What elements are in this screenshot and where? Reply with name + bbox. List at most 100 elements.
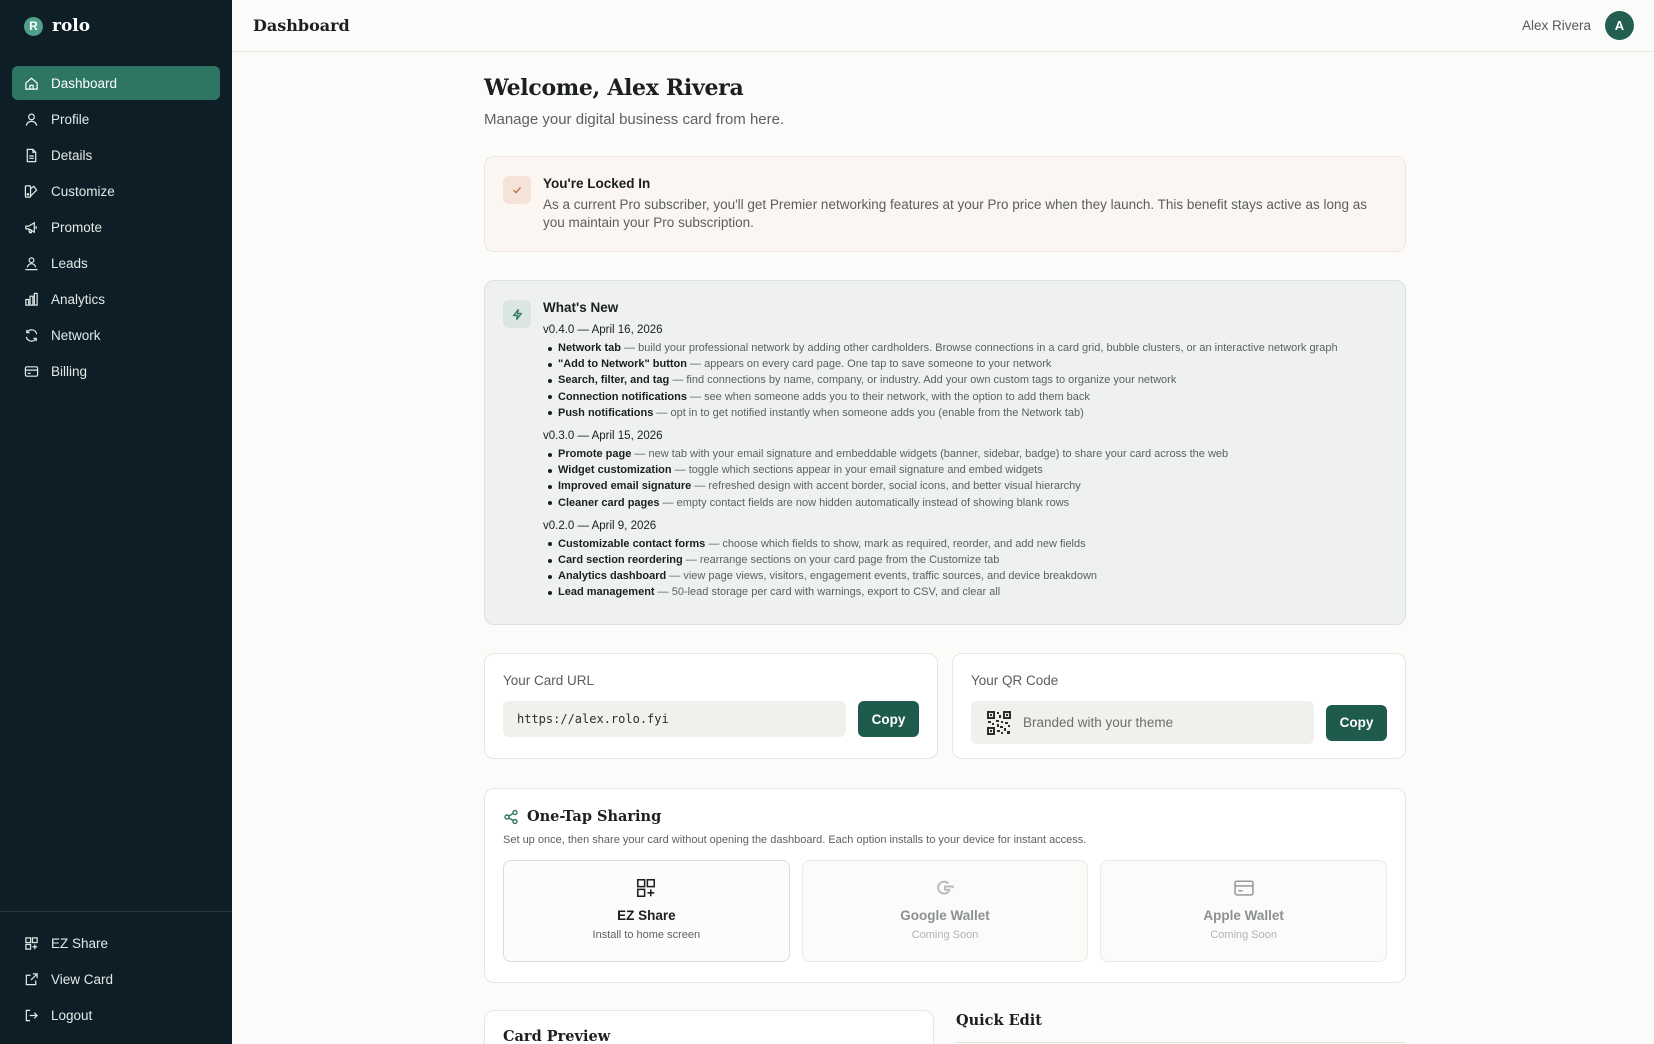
wallet-card-icon — [1234, 880, 1254, 896]
share-icon — [504, 809, 518, 824]
welcome-heading: Welcome, Alex Rivera — [484, 75, 744, 101]
sidebar-item-label: Analytics — [51, 291, 106, 307]
sidebar-item-label: Dashboard — [51, 75, 118, 91]
brand-logo: R — [24, 16, 43, 36]
sidebar-item-view-card[interactable]: View Card — [12, 962, 220, 996]
option-subtitle: Install to home screen — [592, 929, 701, 941]
list-item: "Add to Network" button — appears on eve… — [548, 356, 1338, 372]
sidebar-item-profile[interactable]: Profile — [12, 102, 220, 136]
list-item: Search, filter, and tag — find connectio… — [548, 372, 1338, 388]
welcome-subtitle: Manage your digital business card from h… — [484, 111, 785, 128]
locked-in-title: You're Locked In — [543, 176, 651, 191]
sidebar-item-label: View Card — [51, 971, 114, 987]
google-wallet-option: Google Wallet Coming Soon — [801, 860, 1089, 962]
list-item: Promote page — new tab with your email s… — [548, 446, 1338, 462]
sidebar-item-label: Network — [51, 327, 101, 343]
sidebar-item-billing[interactable]: Billing — [12, 354, 220, 388]
ez-share-option[interactable]: EZ Share Install to home screen — [503, 860, 790, 962]
sidebar-nav: Dashboard Profile Details Customize Prom… — [12, 66, 220, 390]
qr-code-icon — [987, 710, 1011, 735]
sidebar-item-details[interactable]: Details — [12, 138, 220, 172]
divider — [956, 1042, 1406, 1043]
whats-new-panel: What's New v0.4.0 — April 16, 2026 Netwo… — [484, 280, 1406, 625]
card-url-field[interactable]: https://alex.rolo.fyi — [503, 701, 846, 737]
home-icon — [25, 77, 38, 90]
sidebar-item-leads[interactable]: Leads — [12, 246, 220, 280]
external-link-icon — [25, 972, 38, 985]
list-item: Card section reordering — rearrange sect… — [548, 552, 1338, 568]
sidebar-item-label: Logout — [51, 1007, 93, 1023]
list-item: Widget customization — toggle which sect… — [548, 462, 1338, 478]
list-item: Push notifications — opt in to get notif… — [548, 405, 1338, 421]
option-subtitle: Coming Soon — [1210, 929, 1277, 941]
qr-code-field[interactable]: Branded with your theme — [971, 701, 1314, 744]
qr-code-label: Your QR Code — [971, 673, 1059, 688]
list-item: Improved email signature — refreshed des… — [548, 478, 1338, 494]
one-tap-sharing-panel: One-Tap Sharing Set up once, then share … — [484, 788, 1406, 983]
qr-code-text: Branded with your theme — [1023, 715, 1174, 730]
sidebar-item-promote[interactable]: Promote — [12, 210, 220, 244]
grid-plus-icon — [25, 936, 38, 950]
locked-in-text: As a current Pro subscriber, you'll get … — [543, 197, 1367, 230]
release-list: Promote page — new tab with your email s… — [543, 446, 1338, 511]
sidebar-item-logout[interactable]: Logout — [12, 998, 220, 1032]
google-icon — [937, 880, 954, 895]
grid-plus-icon — [637, 878, 656, 898]
release-version: v0.2.0 — April 9, 2026 — [543, 519, 657, 532]
copy-url-button[interactable]: Copy — [858, 701, 919, 737]
credit-card-icon — [24, 365, 39, 377]
sharing-description: Set up once, then share your card withou… — [503, 834, 1087, 846]
sidebar-item-label: Profile — [51, 111, 90, 127]
sidebar-item-label: Customize — [51, 183, 115, 199]
top-header: Dashboard Alex Rivera A — [232, 0, 1654, 52]
sidebar-item-label: EZ Share — [51, 935, 109, 951]
page-title: Dashboard — [253, 16, 350, 35]
sidebar-item-customize[interactable]: Customize — [12, 174, 220, 208]
sidebar-item-label: Leads — [51, 255, 88, 271]
sidebar-item-analytics[interactable]: Analytics — [12, 282, 220, 316]
sidebar-item-dashboard[interactable]: Dashboard — [12, 66, 220, 100]
sidebar-item-ez-share[interactable]: EZ Share — [12, 926, 220, 960]
apple-wallet-option: Apple Wallet Coming Soon — [1100, 860, 1388, 962]
card-url-label: Your Card URL — [503, 673, 595, 688]
sidebar-bottom: EZ Share View Card Logout — [0, 911, 232, 1034]
lightning-icon — [503, 300, 531, 328]
card-preview-panel: Card Preview — [484, 1010, 934, 1044]
card-preview-title: Card Preview — [503, 1028, 611, 1044]
sidebar-item-label: Billing — [51, 363, 88, 379]
document-icon — [26, 148, 37, 162]
option-name: Apple Wallet — [1203, 908, 1284, 923]
user-icon — [25, 113, 38, 126]
sidebar-item-label: Details — [51, 147, 93, 163]
whats-new-title: What's New — [543, 300, 619, 315]
quick-edit-title: Quick Edit — [956, 1012, 1043, 1029]
list-item: Cleaner card pages — empty contact field… — [548, 495, 1338, 511]
qr-code-panel: Your QR Code Branded with your theme Cop… — [952, 653, 1406, 759]
release-version: v0.4.0 — April 16, 2026 — [543, 324, 663, 336]
sidebar-item-label: Promote — [51, 219, 103, 235]
logout-icon — [25, 1009, 38, 1021]
option-name: EZ Share — [617, 908, 676, 923]
refresh-icon — [25, 328, 38, 342]
main-content: Welcome, Alex Rivera Manage your digital… — [484, 52, 1406, 1044]
release-version: v0.3.0 — April 15, 2026 — [543, 430, 663, 443]
avatar[interactable]: A — [1605, 11, 1634, 40]
palette-icon — [24, 184, 38, 198]
header-user-name[interactable]: Alex Rivera — [1522, 18, 1591, 33]
option-subtitle: Coming Soon — [911, 929, 979, 941]
list-item: Customizable contact forms — choose whic… — [548, 536, 1338, 552]
locked-in-notice: You're Locked In As a current Pro subscr… — [484, 156, 1406, 252]
sidebar: R rolo Dashboard Profile Details Customi… — [0, 0, 232, 1044]
release-list: Network tab — build your professional ne… — [543, 340, 1338, 421]
release-list: Customizable contact forms — choose whic… — [543, 536, 1338, 601]
brand-name: rolo — [52, 16, 91, 36]
megaphone-icon — [25, 221, 37, 233]
check-icon — [503, 176, 531, 204]
list-item: Analytics dashboard — view page views, v… — [548, 568, 1338, 584]
list-item: Connection notifications — see when some… — [548, 389, 1338, 405]
copy-qr-button[interactable]: Copy — [1326, 704, 1387, 741]
sidebar-item-network[interactable]: Network — [12, 318, 220, 352]
list-item: Lead management — 50-lead storage per ca… — [548, 584, 1338, 600]
brand[interactable]: R rolo — [0, 0, 232, 52]
card-url-panel: Your Card URL https://alex.rolo.fyi Copy — [484, 653, 938, 759]
